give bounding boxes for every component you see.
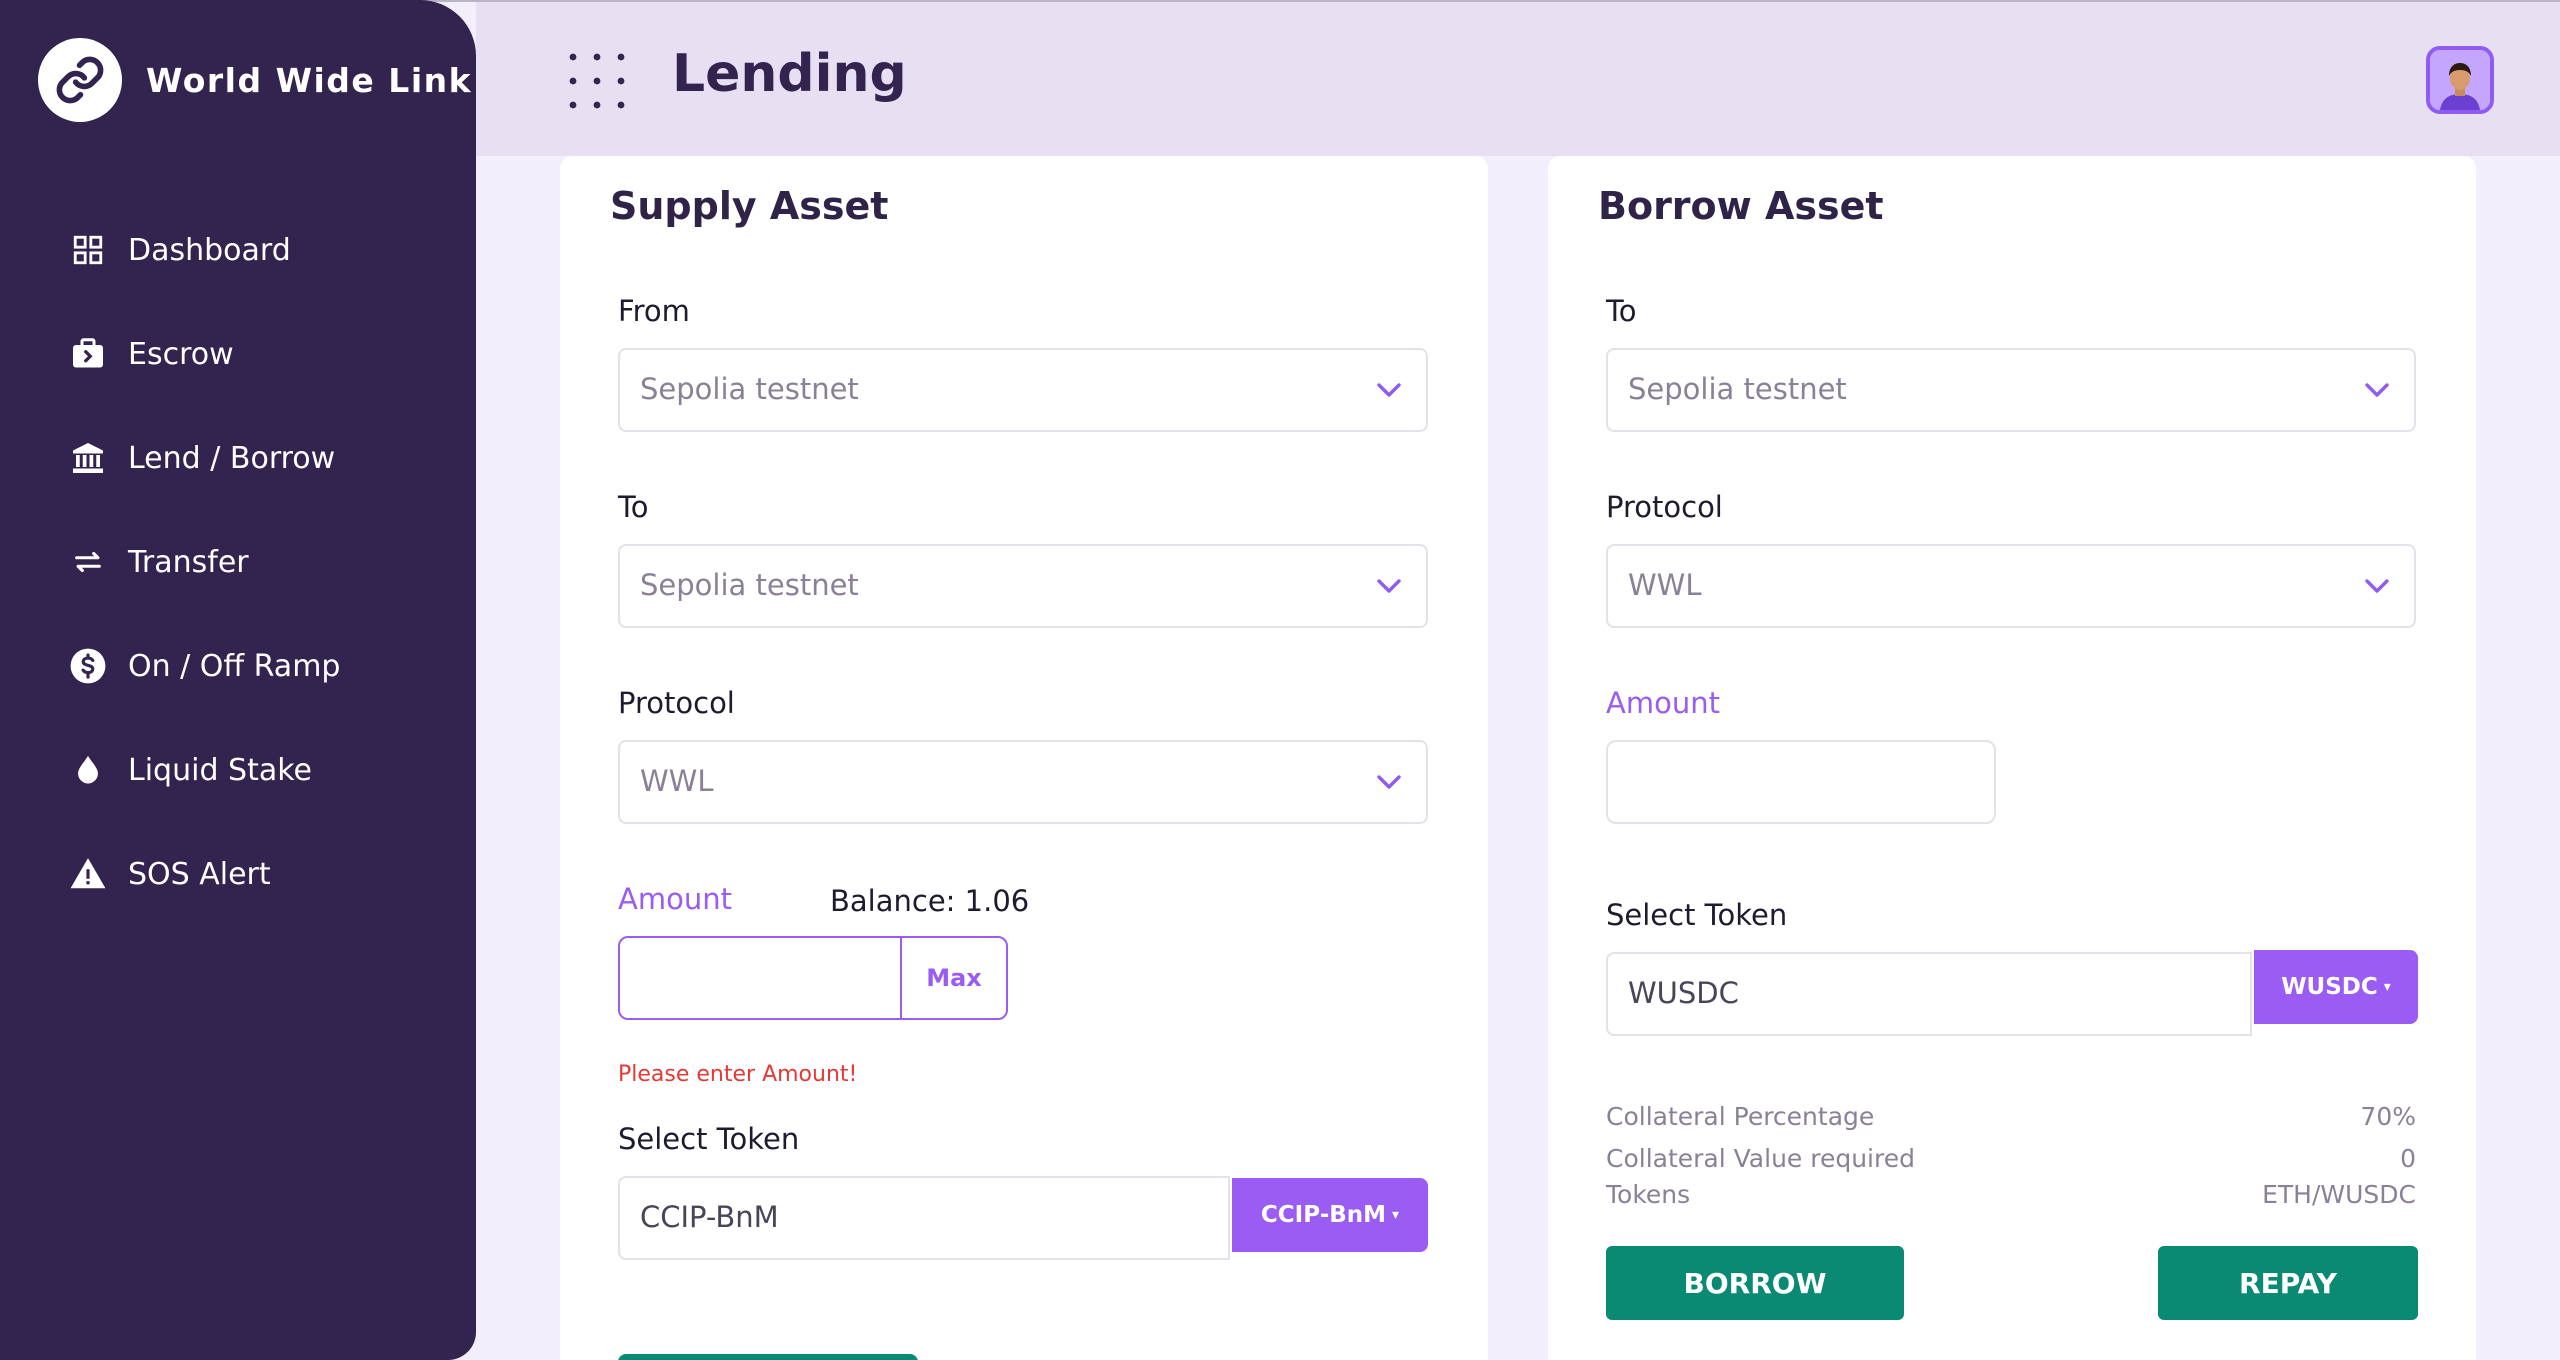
amount-input[interactable] <box>1606 740 1996 824</box>
token-dropdown-button[interactable]: WUSDC ▾ <box>2254 950 2418 1024</box>
select-value: WWL <box>1628 568 1702 602</box>
protocol-label: Protocol <box>1606 490 1723 524</box>
sidebar-item-label: On / Off Ramp <box>128 648 341 684</box>
sidebar-item-on-off-ramp[interactable]: On / Off Ramp <box>66 614 340 718</box>
info-value: ETH/WUSDC <box>2262 1180 2416 1209</box>
error-message: Please enter Amount! <box>618 1062 858 1087</box>
token-value: CCIP-BnM <box>640 1200 779 1234</box>
sidebar-item-transfer[interactable]: Transfer <box>66 510 340 614</box>
info-label: Collateral Percentage <box>1606 1102 1875 1131</box>
tokens-row: Tokens ETH/WUSDC <box>1606 1180 2416 1209</box>
protocol-label: Protocol <box>618 686 735 720</box>
select-value: Sepolia testnet <box>640 372 859 406</box>
sidebar: World Wide Link Dashboard Escrow Lend / … <box>0 0 476 1360</box>
sidebar-item-sos-alert[interactable]: SOS Alert <box>66 822 340 926</box>
info-value: 70% <box>2360 1102 2416 1131</box>
caret-down-icon: ▾ <box>2383 979 2391 995</box>
protocol-select[interactable]: WWL <box>1606 544 2416 628</box>
app-grid-icon[interactable] <box>568 52 626 110</box>
user-avatar-icon <box>2430 50 2490 110</box>
brand[interactable]: World Wide Link <box>38 38 472 122</box>
swap-arrows-icon <box>66 540 110 584</box>
token-display: WUSDC <box>1606 952 2252 1036</box>
dollar-circle-icon <box>66 644 110 688</box>
avatar[interactable] <box>2426 46 2494 114</box>
from-label: From <box>618 294 690 328</box>
card-title: Borrow Asset <box>1598 184 1884 228</box>
grid-icon <box>66 228 110 272</box>
borrow-button[interactable]: BORROW <box>1606 1246 1904 1320</box>
briefcase-icon <box>66 332 110 376</box>
caret-down-icon: ▾ <box>1392 1207 1400 1223</box>
token-value: WUSDC <box>1628 976 1739 1010</box>
sidebar-item-liquid-stake[interactable]: Liquid Stake <box>66 718 340 822</box>
sidebar-item-dashboard[interactable]: Dashboard <box>66 198 340 302</box>
balance-text: Balance: 1.06 <box>830 884 1030 918</box>
borrow-asset-card: Borrow Asset To Sepolia testnet Protocol… <box>1548 156 2476 1360</box>
supply-asset-card: Supply Asset From Sepolia testnet To Sep… <box>560 156 1488 1360</box>
to-label: To <box>618 490 649 524</box>
select-value: Sepolia testnet <box>1628 372 1847 406</box>
repay-button[interactable]: REPAY <box>2158 1246 2418 1320</box>
sidebar-item-label: Dashboard <box>128 232 291 268</box>
amount-field: Max <box>618 936 1008 1020</box>
sidebar-nav: Dashboard Escrow Lend / Borrow Transfer … <box>66 198 340 926</box>
chevron-down-icon <box>1377 383 1401 397</box>
protocol-select[interactable]: WWL <box>618 740 1428 824</box>
supply-button[interactable] <box>618 1354 918 1360</box>
warning-icon <box>66 852 110 896</box>
chevron-down-icon <box>2365 383 2389 397</box>
chevron-down-icon <box>2365 579 2389 593</box>
sidebar-item-label: SOS Alert <box>128 856 271 892</box>
info-label: Collateral Value required <box>1606 1144 1915 1173</box>
sidebar-item-label: Liquid Stake <box>128 752 312 788</box>
token-button-label: WUSDC <box>2281 974 2378 1000</box>
chevron-down-icon <box>1377 775 1401 789</box>
header: Lending <box>476 2 2560 156</box>
token-button-label: CCIP-BnM <box>1260 1202 1387 1228</box>
amount-label: Amount <box>618 882 732 916</box>
droplet-icon <box>66 748 110 792</box>
card-title: Supply Asset <box>610 184 889 228</box>
select-token-label: Select Token <box>1606 898 1788 932</box>
bank-icon <box>66 436 110 480</box>
token-display: CCIP-BnM <box>618 1176 1230 1260</box>
amount-input[interactable] <box>620 938 900 1018</box>
info-value: 0 <box>2400 1144 2416 1173</box>
sidebar-item-label: Transfer <box>128 544 249 580</box>
from-network-select[interactable]: Sepolia testnet <box>618 348 1428 432</box>
app-name: World Wide Link <box>146 60 473 100</box>
to-label: To <box>1606 294 1637 328</box>
sidebar-item-escrow[interactable]: Escrow <box>66 302 340 406</box>
amount-label: Amount <box>1606 686 1720 720</box>
sidebar-item-label: Lend / Borrow <box>128 440 336 476</box>
sidebar-item-lend-borrow[interactable]: Lend / Borrow <box>66 406 340 510</box>
max-button[interactable]: Max <box>900 938 1006 1018</box>
collateral-value-row: Collateral Value required 0 <box>1606 1144 2416 1173</box>
chevron-down-icon <box>1377 579 1401 593</box>
info-label: Tokens <box>1606 1180 1691 1209</box>
to-network-select[interactable]: Sepolia testnet <box>1606 348 2416 432</box>
token-dropdown-button[interactable]: CCIP-BnM ▾ <box>1232 1178 1428 1252</box>
link-logo-icon <box>38 38 122 122</box>
select-value: WWL <box>640 764 714 798</box>
sidebar-item-label: Escrow <box>128 336 234 372</box>
select-value: Sepolia testnet <box>640 568 859 602</box>
select-token-label: Select Token <box>618 1122 800 1156</box>
collateral-percentage-row: Collateral Percentage 70% <box>1606 1102 2416 1131</box>
page-title: Lending <box>672 44 907 104</box>
to-network-select[interactable]: Sepolia testnet <box>618 544 1428 628</box>
